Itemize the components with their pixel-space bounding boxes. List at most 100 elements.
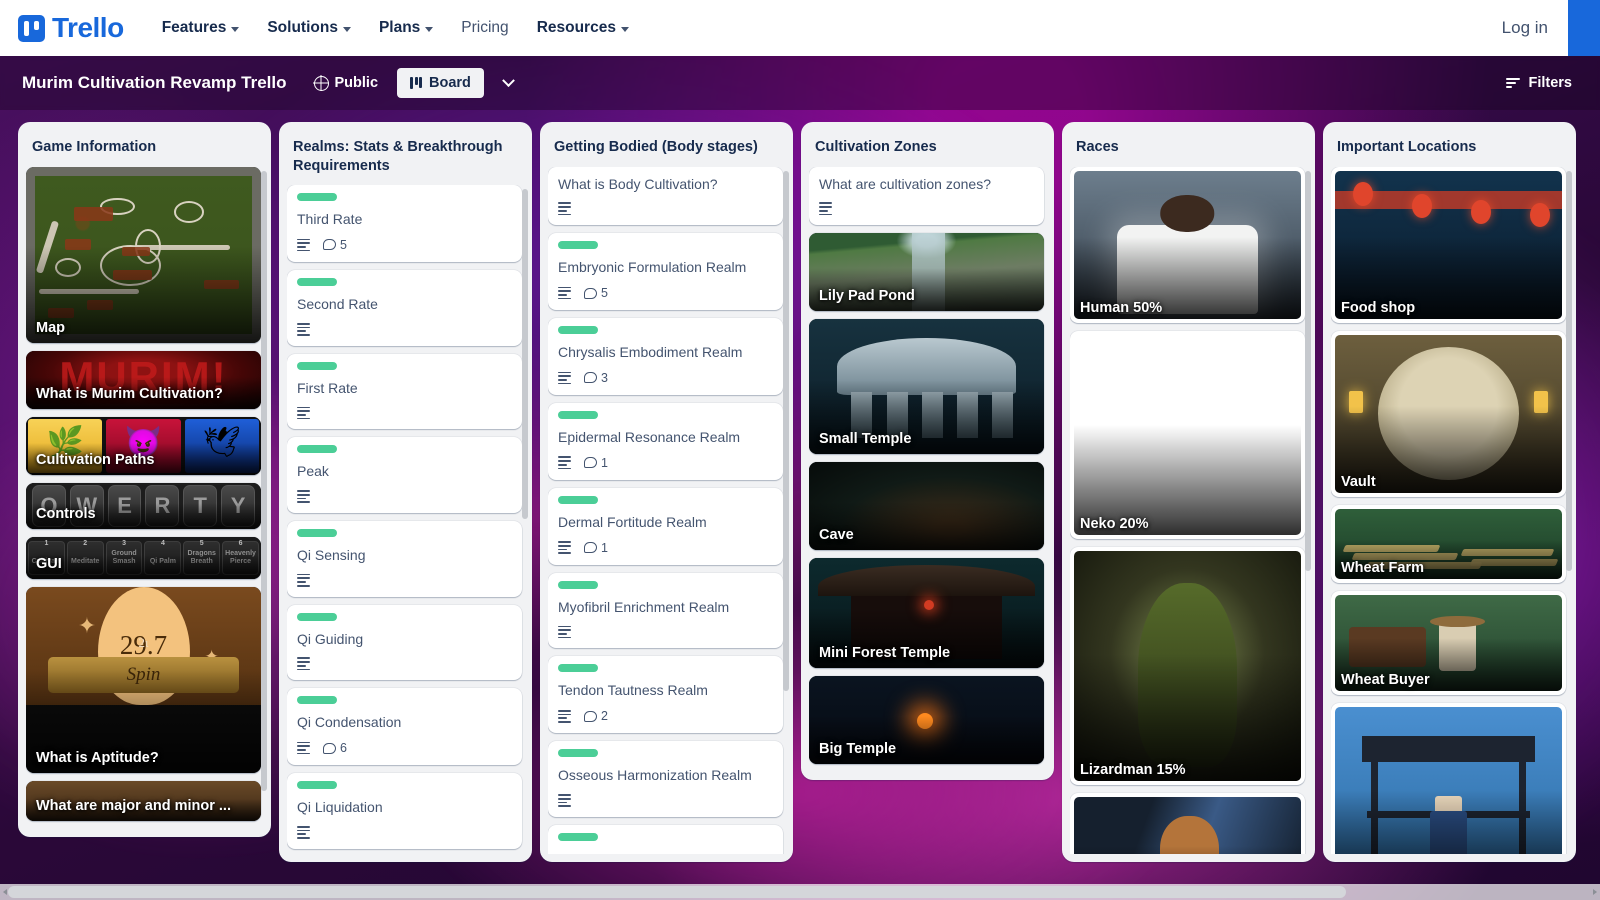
card-label-green (558, 580, 598, 589)
description-icon (558, 709, 571, 723)
nav-item-features[interactable]: Features (150, 11, 252, 45)
filters-button[interactable]: Filters (1496, 69, 1582, 97)
board-card-with-cover[interactable]: Food shop (1331, 166, 1566, 323)
board-card[interactable]: Osseous Harmonization Realm (548, 741, 783, 817)
globe-icon (313, 75, 329, 91)
cover-gradient (809, 501, 1044, 551)
board-card-with-cover[interactable]: Mini Forest Temple (809, 558, 1044, 669)
board-card-with-cover[interactable]: CultivateMeditate Ground SmashQi Palm Dr… (26, 536, 261, 579)
board-visibility-button[interactable]: Public (305, 70, 388, 96)
cover-gradient (26, 442, 261, 475)
card-comment-badge: 6 (323, 741, 347, 755)
board-card-with-cover[interactable]: Cave (809, 462, 1044, 551)
board-card-with-cover[interactable] (1070, 792, 1305, 854)
board-card-with-cover[interactable]: What are major and minor ... (26, 780, 261, 821)
card-comment-badge: 3 (584, 371, 608, 385)
board-card[interactable]: Embryonic Formulation Realm 5 (548, 233, 783, 311)
nav-item-solutions[interactable]: Solutions (255, 11, 363, 45)
board-view-switcher[interactable]: Board (397, 68, 484, 98)
filter-icon (1506, 77, 1521, 89)
nav-item-plans-label: Plans (378, 19, 421, 36)
board-card-with-cover[interactable]: Vault (1331, 330, 1566, 497)
card-badges (558, 200, 773, 216)
board-card-with-cover[interactable]: ✦ ✦ 29.7 2ι SpinWhat is Aptitude? (26, 586, 261, 773)
board-card[interactable]: First Rate (287, 353, 522, 430)
comment-icon (584, 287, 597, 299)
list-cards: Food shop Vault Wheat Farm Wheat Buyer (1331, 166, 1572, 854)
scroll-right-icon[interactable] (1593, 889, 1597, 895)
board-card[interactable]: Chrysalis Embodiment Realm 3 (548, 318, 783, 395)
board-card[interactable]: What is Body Cultivation? (548, 166, 783, 226)
board-card-with-cover[interactable] (1331, 702, 1566, 854)
card-cover-image (809, 676, 1044, 765)
nav-item-resources[interactable]: Resources (525, 11, 641, 45)
board-card[interactable]: Third Rate 5 (287, 185, 522, 262)
list-title: Important Locations (1337, 139, 1477, 155)
description-icon (297, 741, 310, 755)
list-vertical-scrollbar[interactable] (261, 170, 267, 791)
board-header: Murim Cultivation Revamp Trello Public B… (0, 56, 1600, 110)
chevron-down-icon (620, 26, 629, 32)
board-view-dropdown-button[interactable] (494, 68, 524, 98)
card-description-badge (297, 238, 310, 252)
board-card[interactable]: Tendon Tautness Realm 2 (548, 656, 783, 734)
card-badges: 3 (558, 369, 773, 385)
description-icon (297, 238, 310, 252)
list-vertical-scrollbar[interactable] (1305, 170, 1311, 571)
board-card-with-cover[interactable]: MURIM!What is Murim Cultivation? (26, 350, 261, 409)
card-description-badge (819, 202, 832, 216)
log-in-button[interactable]: Log in (1502, 18, 1548, 38)
trello-logo[interactable]: Trello (18, 12, 124, 44)
nav-item-pricing[interactable]: Pricing (449, 11, 520, 45)
card-label-green (297, 445, 337, 454)
cover-gradient (26, 503, 261, 529)
board-card[interactable]: Epidermal Resonance Realm 1 (548, 402, 783, 480)
card-badges (297, 488, 512, 503)
card-badges: 5 (297, 236, 512, 252)
card-description-badge (297, 657, 310, 671)
scroll-left-icon[interactable] (3, 889, 7, 895)
card-description-badge (558, 541, 571, 555)
board-title: Murim Cultivation Revamp Trello (22, 73, 287, 92)
board-card[interactable]: Myofibril Enrichment Realm (548, 572, 783, 649)
card-cover-image (1074, 796, 1301, 854)
board-card-with-cover[interactable]: Big Temple (809, 676, 1044, 765)
board-card[interactable]: Peak (287, 437, 522, 513)
board-card[interactable]: What are cultivation zones? (809, 166, 1044, 226)
card-cover-image (26, 166, 261, 343)
list-vertical-scrollbar[interactable] (1566, 170, 1572, 571)
list-vertical-scrollbar[interactable] (522, 189, 528, 520)
board-card[interactable]: Articular Fluidity Realm2 (548, 824, 783, 854)
board-horizontal-scrollbar[interactable] (0, 884, 1600, 900)
cover-gradient (1074, 424, 1301, 535)
scrollbar-thumb[interactable] (8, 886, 1346, 898)
board-card-with-cover[interactable]: Human 50% (1070, 166, 1305, 323)
board-card[interactable]: Qi Liquidation (287, 773, 522, 849)
board-card[interactable]: Qi Condensation 6 (287, 688, 522, 766)
board-card-with-cover[interactable]: 🌿 😈 🕊Cultivation Paths (26, 416, 261, 475)
board-card-with-cover[interactable]: Small Temple (809, 319, 1044, 455)
board-card[interactable]: Qi Guiding (287, 604, 522, 681)
card-cover-image (809, 233, 1044, 312)
board-card-with-cover[interactable]: Map (26, 166, 261, 343)
board-list: Realms: Stats & Breakthrough Requirement… (279, 122, 532, 862)
card-title: Second Rate (297, 295, 378, 312)
board-card[interactable]: Dermal Fortitude Realm 1 (548, 487, 783, 565)
board-card[interactable]: Second Rate (287, 269, 522, 346)
card-title: Tendon Tautness Realm (558, 682, 708, 699)
list-vertical-scrollbar[interactable] (783, 170, 789, 691)
card-title: Dermal Fortitude Realm (558, 513, 707, 530)
card-title: First Rate (297, 379, 358, 396)
card-title: Qi Guiding (297, 630, 364, 647)
board-card-with-cover[interactable]: Wheat Buyer (1331, 590, 1566, 695)
comment-icon (584, 710, 597, 722)
board-card-with-cover[interactable]: QWERTYControls (26, 482, 261, 529)
board-card-with-cover[interactable]: ❤ ❤ ❤ ❤ Neko 20% (1070, 330, 1305, 539)
description-icon (297, 322, 310, 336)
board-card-with-cover[interactable]: Lizardman 15% (1070, 546, 1305, 785)
nav-item-plans[interactable]: Plans (367, 11, 445, 45)
board-card[interactable]: Qi Sensing (287, 520, 522, 597)
board-card-with-cover[interactable]: Wheat Farm (1331, 504, 1566, 583)
board-card-with-cover[interactable]: Lily Pad Pond (809, 233, 1044, 312)
list-title: Game Information (32, 139, 157, 155)
